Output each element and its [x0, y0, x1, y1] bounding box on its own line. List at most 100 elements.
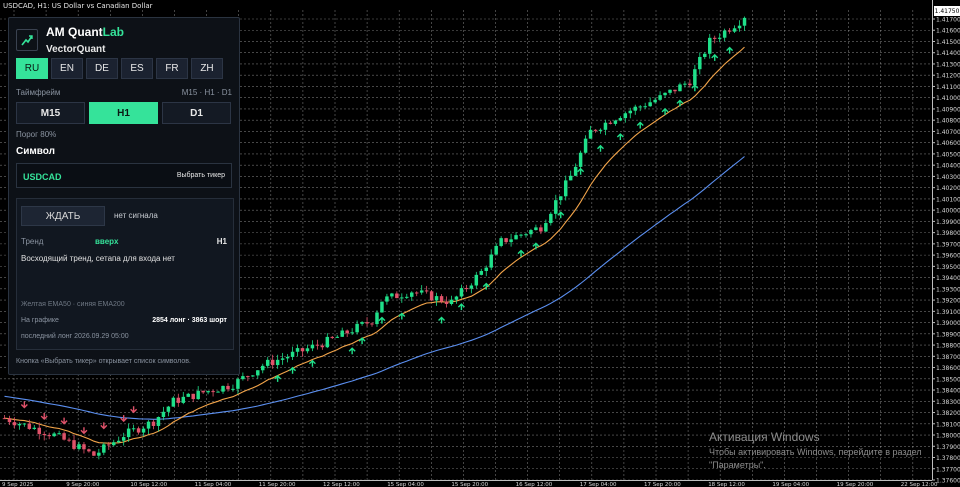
lang-es-button[interactable]: ES	[121, 58, 153, 79]
candle-body	[102, 444, 106, 453]
candle-body	[419, 290, 424, 293]
arrow-up-icon	[636, 121, 644, 129]
windows-activation-line2: "Параметры".	[709, 460, 766, 470]
price-tick-label: 1.40000	[936, 208, 960, 215]
candle-body	[330, 336, 335, 338]
candle-body	[310, 344, 315, 349]
candle-body	[216, 391, 220, 393]
candle-body	[549, 213, 553, 224]
candle-body	[256, 370, 260, 376]
tf-d1-button[interactable]: D1	[162, 102, 231, 124]
candle-body	[156, 417, 161, 426]
arrow-down-icon	[130, 406, 138, 414]
price-tick-label: 1.39000	[936, 320, 960, 327]
time-tick-label: 10 Sep 12:00	[130, 482, 167, 487]
arrow-up-icon	[726, 46, 734, 54]
time-tick-label: 19 Sep 20:00	[837, 482, 874, 487]
candle-body	[499, 238, 503, 246]
candle-body	[320, 345, 325, 348]
candle-body	[82, 444, 86, 450]
ema-legend: Желтая EMA50 · синяя EMA200	[21, 301, 125, 308]
candle-body	[668, 89, 672, 93]
signal-card: ЖДАТЬ нет сигнала Тренд вверх H1 Восходя…	[16, 198, 234, 350]
candle-body	[22, 423, 27, 425]
candle-body	[727, 30, 732, 32]
on-chart-counts: 2854 лонг · 3863 шорт	[152, 317, 227, 324]
lang-ru-button[interactable]: RU	[16, 58, 48, 79]
candle-body	[206, 391, 210, 393]
lang-fr-button[interactable]: FR	[156, 58, 188, 79]
trend-value: вверх	[95, 237, 119, 246]
price-tick-label: 1.40700	[936, 129, 960, 136]
candle-body	[479, 270, 484, 275]
time-tick-label: 17 Sep 04:00	[580, 482, 617, 487]
price-tick-label: 1.40100	[936, 196, 960, 203]
candle-body	[385, 296, 389, 302]
arrow-up-icon	[289, 366, 297, 374]
price-tick-label: 1.39100	[936, 309, 960, 316]
candle-body	[77, 444, 81, 449]
candle-body	[732, 28, 737, 32]
candle-body	[494, 245, 498, 255]
candle-body	[131, 428, 136, 430]
candle-body	[261, 365, 265, 371]
price-tick-label: 1.39300	[936, 286, 960, 293]
candle-body	[703, 53, 707, 57]
brand: AM QuantLab VectorQuant	[16, 25, 124, 55]
candle-body	[429, 291, 434, 301]
time-tick-label: 17 Sep 20:00	[644, 482, 681, 487]
candle-body	[107, 444, 111, 446]
candle-body	[444, 301, 449, 305]
candle-body	[519, 234, 523, 236]
candle-body	[742, 17, 747, 26]
candle-body	[613, 120, 618, 124]
arrow-up-icon	[691, 84, 699, 92]
symbol-heading: Символ	[16, 146, 55, 157]
time-tick-label: 16 Sep 12:00	[516, 482, 553, 487]
candle-body	[241, 376, 245, 380]
candle-body	[370, 323, 374, 325]
candle-body	[146, 421, 151, 429]
lang-en-button[interactable]: EN	[51, 58, 83, 79]
price-tick-label: 1.38400	[936, 388, 960, 395]
candle-body	[583, 138, 588, 153]
arrow-down-icon	[60, 417, 68, 425]
candle-body	[559, 196, 563, 201]
tf-m15-button[interactable]: M15	[16, 102, 85, 124]
candle-body	[653, 99, 657, 103]
candle-body	[633, 106, 637, 111]
time-tick-label: 18 Sep 12:00	[708, 482, 745, 487]
time-axis: 9 Sep 2025 9 Sep 20:00 10 Sep 12:00 11 Sep …	[0, 480, 938, 487]
candle-body	[598, 129, 603, 131]
candle-body	[360, 322, 364, 324]
language-switcher: RU EN DE ES FR ZH	[16, 58, 223, 79]
candle-body	[534, 227, 538, 231]
lang-zh-button[interactable]: ZH	[191, 58, 223, 79]
arrow-down-icon	[100, 422, 108, 430]
on-chart-label: На графике	[21, 317, 59, 324]
tf-h1-button[interactable]: H1	[89, 102, 158, 124]
price-axis: 1.41700 1.41600 1.41500 1.41400 1.41300 1.412…	[932, 0, 960, 485]
price-tick-label: 1.38800	[936, 343, 960, 350]
arrow-up-icon	[616, 133, 624, 141]
candle-body	[673, 89, 677, 92]
time-tick-label: 15 Sep 04:00	[387, 482, 424, 487]
candle-body	[563, 180, 568, 197]
candle-body	[141, 428, 146, 433]
candle-body	[712, 37, 717, 39]
candle-body	[136, 428, 141, 433]
pick-ticker-button[interactable]: Выбрать тикер	[177, 172, 225, 179]
candle-body	[449, 299, 454, 305]
price-tick-label: 1.41600	[936, 28, 960, 35]
candle-body	[290, 351, 295, 357]
candle-body	[236, 379, 240, 389]
price-tick-label: 1.38000	[936, 433, 960, 440]
candle-body	[400, 297, 404, 299]
candle-body	[116, 440, 121, 443]
lang-de-button[interactable]: DE	[86, 58, 118, 79]
trend-label: Тренд	[21, 237, 44, 246]
candle-body	[27, 423, 32, 429]
price-tick-label: 1.39200	[936, 298, 960, 305]
trend-timeframe: H1	[216, 237, 227, 246]
candle-body	[459, 288, 464, 297]
